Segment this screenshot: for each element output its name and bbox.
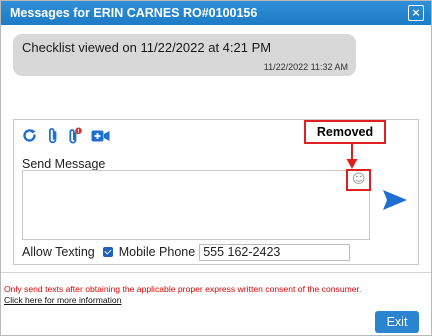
annotation-arrow-icon xyxy=(346,144,358,169)
attachment-notify-icon[interactable] xyxy=(67,127,83,145)
attachment-icon[interactable] xyxy=(46,127,60,145)
close-button[interactable]: × xyxy=(408,5,424,21)
dialog-titlebar: Messages for ERIN CARNES RO#0100156 × xyxy=(1,1,431,25)
options-row: Allow Texting Mobile Phone 555 162-2423 xyxy=(22,243,351,261)
exit-button[interactable]: Exit xyxy=(375,311,419,333)
mobile-phone-field[interactable]: 555 162-2423 xyxy=(199,243,351,261)
message-text: Checklist viewed on 11/22/2022 at 4:21 P… xyxy=(22,40,272,55)
more-info-link[interactable]: Click here for more information xyxy=(4,295,122,305)
close-icon: × xyxy=(411,6,421,19)
refresh-icon[interactable] xyxy=(21,127,38,144)
removed-annotation: Removed xyxy=(304,120,386,144)
messages-dialog: Messages for ERIN CARNES RO#0100156 × Ch… xyxy=(0,0,432,336)
send-icon[interactable] xyxy=(382,188,408,212)
emoji-highlight-box xyxy=(346,169,371,191)
send-message-label: Send Message xyxy=(22,157,106,171)
dialog-title: Messages for ERIN CARNES RO#0100156 xyxy=(10,6,258,20)
message-bubble: Checklist viewed on 11/22/2022 at 4:21 P… xyxy=(13,34,356,76)
message-input[interactable] xyxy=(22,170,370,240)
mobile-phone-label: Mobile Phone xyxy=(118,245,196,259)
allow-texting-label: Allow Texting xyxy=(22,245,95,259)
message-timestamp: 11/22/2022 11:32 AM xyxy=(263,62,348,72)
allow-texting-checkbox[interactable] xyxy=(102,247,113,257)
video-icon[interactable] xyxy=(91,129,110,143)
footer-divider xyxy=(1,272,431,273)
consent-disclaimer: Only send texts after obtaining the appl… xyxy=(4,284,362,294)
message-thread: Checklist viewed on 11/22/2022 at 4:21 P… xyxy=(1,25,431,111)
